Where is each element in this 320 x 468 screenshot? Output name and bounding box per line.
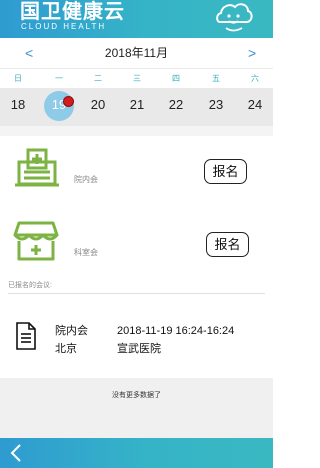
signup-button-department[interactable]: 报名 — [206, 232, 249, 257]
month-title: 2018年11月 — [104, 46, 169, 60]
app-logo-subtitle: CLOUD HEALTH — [21, 22, 107, 31]
clinic-shop-icon — [13, 221, 59, 261]
month-navigation-bar: < 2018年11月 > — [0, 38, 273, 68]
event-marker-dot — [63, 96, 74, 107]
bottom-bar — [0, 438, 273, 468]
back-arrow-icon[interactable] — [8, 443, 24, 463]
weekday-header-row: 日 一 二 三 四 五 六 — [0, 68, 273, 88]
section-divider — [8, 293, 265, 294]
category-label-hospital: 院内会 — [74, 175, 98, 184]
date-cell-24[interactable]: 24 — [239, 88, 271, 126]
meeting-time: 2018-11-19 16:24-16:24 — [117, 325, 235, 337]
category-label-department: 科室会 — [74, 248, 98, 257]
date-cell-18[interactable]: 18 — [2, 88, 34, 126]
meeting-type: 院内会 — [55, 325, 88, 337]
weekday-fri: 五 — [212, 74, 220, 83]
section-separator — [0, 126, 273, 136]
signed-meetings-label: 已报名的会议: — [8, 282, 52, 289]
signup-button-hospital[interactable]: 报名 — [204, 159, 247, 184]
meeting-city: 北京 — [55, 343, 77, 355]
meeting-hospital: 宣武医院 — [117, 343, 161, 355]
cartoon-avatar-icon[interactable] — [212, 0, 254, 34]
app-header: 国卫健康云 CLOUD HEALTH — [0, 0, 273, 38]
weekday-mon: 一 — [55, 74, 63, 83]
weekday-tue: 二 — [94, 74, 102, 83]
hospital-icon — [15, 148, 59, 187]
date-cell-20[interactable]: 20 — [82, 88, 114, 126]
app-logo-title: 国卫健康云 — [20, 0, 125, 23]
date-cell-23[interactable]: 23 — [200, 88, 232, 126]
list-end-area — [0, 378, 273, 438]
no-more-data-text: 没有更多数据了 — [112, 392, 161, 399]
weekday-thu: 四 — [172, 74, 180, 83]
weekday-sat: 六 — [251, 74, 259, 83]
weekday-wed: 三 — [133, 74, 141, 83]
date-cell-22[interactable]: 22 — [160, 88, 192, 126]
date-cell-21[interactable]: 21 — [121, 88, 153, 126]
date-cell-19[interactable]: 19 — [43, 88, 75, 126]
document-icon — [16, 322, 36, 350]
next-month-button[interactable]: > — [248, 45, 256, 61]
weekday-sun: 日 — [14, 74, 22, 83]
